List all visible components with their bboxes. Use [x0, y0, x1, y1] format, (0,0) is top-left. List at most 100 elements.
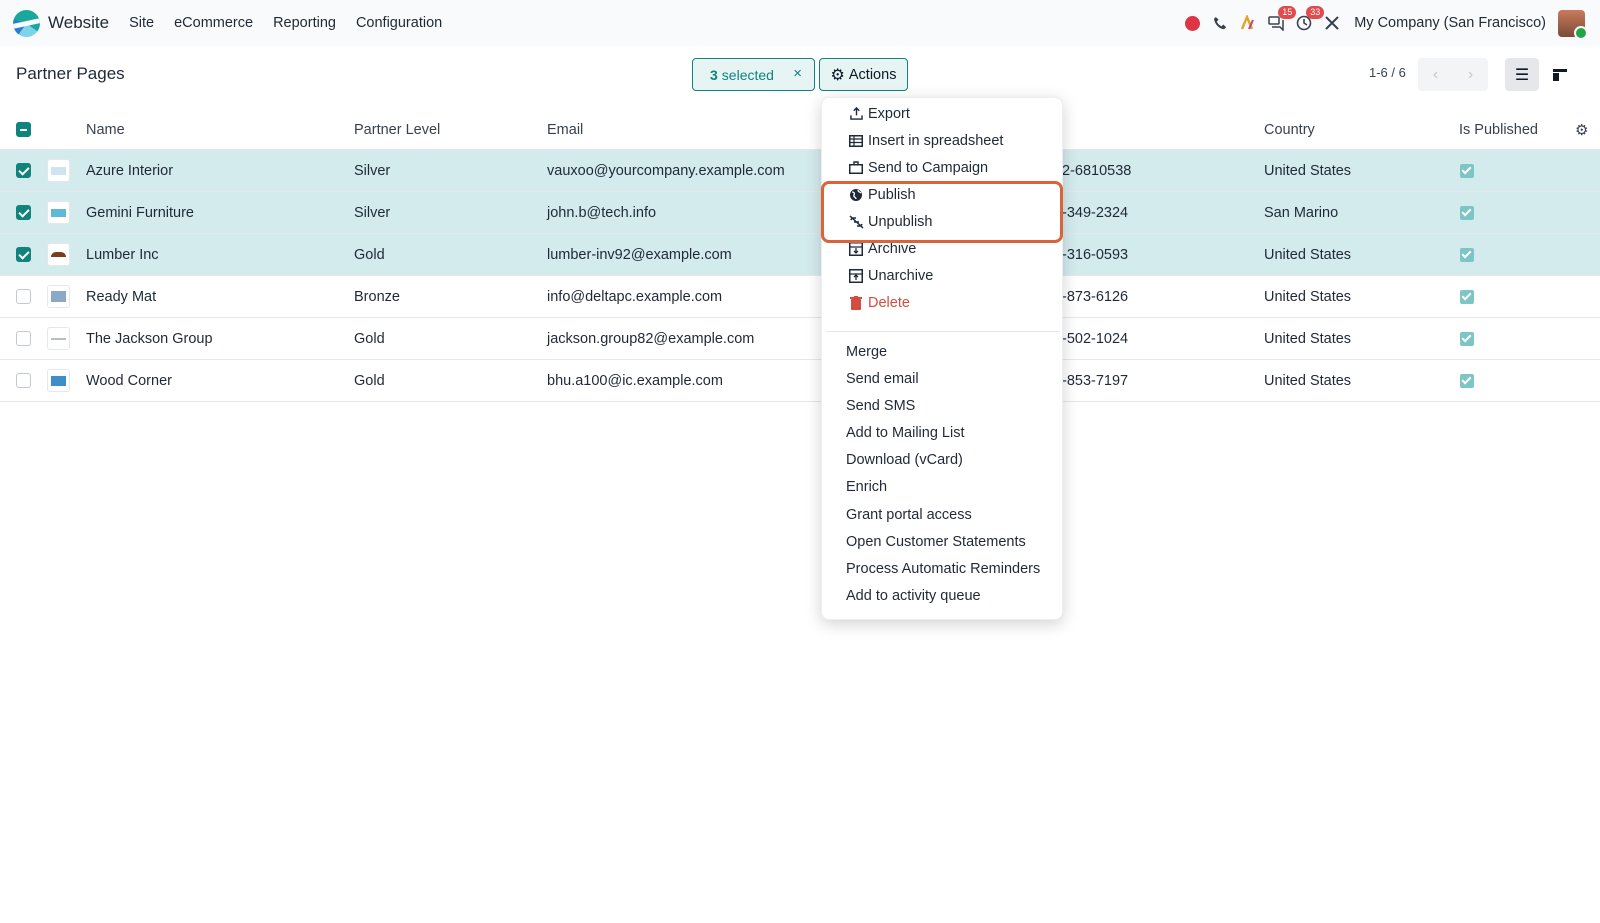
action-automatic-reminders[interactable]: Process Automatic Reminders	[822, 555, 1064, 582]
ai-icon[interactable]	[1234, 9, 1262, 37]
partner-email: vauxoo@yourcompany.example.com	[547, 162, 785, 179]
partner-phone: -316-0593	[1062, 246, 1129, 263]
published-checkbox	[1460, 373, 1474, 388]
partner-logo	[47, 243, 70, 266]
partner-country: San Marino	[1264, 204, 1339, 221]
clear-selection-icon[interactable]: ×	[793, 65, 802, 82]
published-checkbox	[1460, 289, 1474, 304]
published-checkbox	[1460, 331, 1474, 346]
view-switcher: ☰	[1505, 58, 1585, 91]
action-send-email[interactable]: Send email	[822, 365, 1064, 392]
app-name: Website	[48, 13, 110, 32]
row-checkbox[interactable]	[16, 205, 31, 220]
table-row[interactable]: Wood Corner Gold bhu.a100@ic.example.com…	[0, 360, 1600, 402]
row-checkbox[interactable]	[16, 163, 31, 178]
partner-country: United States	[1264, 162, 1352, 179]
partner-phone: -502-1024	[1062, 330, 1129, 347]
phone-icon[interactable]	[1206, 9, 1234, 37]
action-grant-portal[interactable]: Grant portal access	[822, 501, 1064, 528]
action-insert-spreadsheet[interactable]: Insert in spreadsheet	[822, 127, 1064, 154]
partner-name: Ready Mat	[86, 288, 157, 305]
partner-level: Silver	[354, 204, 391, 221]
partner-email: bhu.a100@ic.example.com	[547, 372, 723, 389]
menu-configuration[interactable]: Configuration	[356, 15, 442, 31]
partner-level: Gold	[354, 330, 385, 347]
selection-indicator: 3 selected ×	[692, 58, 815, 91]
partner-phone: -349-2324	[1062, 204, 1129, 221]
action-activity-queue[interactable]: Add to activity queue	[822, 582, 1064, 609]
row-checkbox[interactable]	[16, 247, 31, 262]
partner-phone: -873-6126	[1062, 288, 1129, 305]
partner-country: United States	[1264, 330, 1352, 347]
user-avatar[interactable]	[1558, 9, 1588, 40]
menu-ecommerce[interactable]: eCommerce	[174, 15, 253, 31]
table-header: Name Partner Level Email Country Is Publ…	[0, 110, 1600, 150]
gear-icon: ⚙	[830, 66, 845, 84]
list-view-icon[interactable]: ☰	[1505, 58, 1539, 91]
kanban-view-icon[interactable]	[1543, 58, 1577, 91]
partner-name: The Jackson Group	[86, 330, 213, 347]
tools-icon[interactable]	[1318, 9, 1346, 37]
upload-icon	[848, 106, 864, 122]
row-checkbox[interactable]	[16, 289, 31, 304]
chevron-left-icon[interactable]: ‹	[1418, 58, 1453, 91]
action-delete[interactable]: Delete	[822, 289, 1064, 316]
action-enrich[interactable]: Enrich	[822, 473, 1064, 500]
action-export[interactable]: Export	[822, 100, 1064, 127]
partner-logo	[47, 327, 70, 350]
partner-list: Name Partner Level Email Country Is Publ…	[0, 110, 1600, 402]
partner-logo	[47, 369, 70, 392]
top-navbar: Website Site eCommerce Reporting Configu…	[0, 0, 1600, 46]
row-checkbox[interactable]	[16, 331, 31, 346]
column-email[interactable]: Email	[547, 122, 583, 138]
partner-logo	[47, 285, 70, 308]
column-name[interactable]: Name	[86, 122, 125, 138]
company-switcher[interactable]: My Company (San Francisco)	[1354, 15, 1546, 31]
table-row[interactable]: The Jackson Group Gold jackson.group82@e…	[0, 318, 1600, 360]
action-send-campaign[interactable]: Send to Campaign	[822, 154, 1064, 181]
messages-icon[interactable]: 15	[1262, 6, 1297, 37]
partner-email: info@deltapc.example.com	[547, 288, 723, 305]
recording-icon[interactable]	[1178, 9, 1206, 37]
table-row[interactable]: Gemini Furniture Silver john.b@tech.info…	[0, 192, 1600, 234]
action-unarchive[interactable]: Unarchive	[822, 262, 1064, 289]
menu-site[interactable]: Site	[129, 15, 154, 31]
select-all-checkbox[interactable]	[16, 122, 31, 137]
table-icon	[848, 133, 864, 149]
page-title: Partner Pages	[16, 64, 125, 83]
briefcase-icon	[848, 160, 864, 176]
partner-phone: -853-7197	[1062, 372, 1129, 389]
partner-level: Silver	[354, 162, 391, 179]
action-send-sms[interactable]: Send SMS	[822, 392, 1064, 419]
table-row[interactable]: Azure Interior Silver vauxoo@yourcompany…	[0, 150, 1600, 192]
published-checkbox	[1460, 247, 1474, 262]
pager-value[interactable]: 1-6 / 6	[1369, 65, 1406, 80]
partner-email: lumber-inv92@example.com	[547, 246, 732, 263]
table-row[interactable]: Lumber Inc Gold lumber-inv92@example.com…	[0, 234, 1600, 276]
clock-icon[interactable]: 33	[1290, 6, 1325, 37]
partner-name: Azure Interior	[86, 162, 174, 179]
column-is-published[interactable]: Is Published	[1459, 122, 1538, 138]
selected-label: selected	[721, 66, 774, 83]
partner-name: Gemini Furniture	[86, 204, 194, 221]
published-checkbox	[1460, 163, 1474, 178]
partner-name: Wood Corner	[86, 372, 172, 389]
action-download-vcard[interactable]: Download (vCard)	[822, 446, 1064, 473]
column-partner-level[interactable]: Partner Level	[354, 122, 440, 138]
column-country[interactable]: Country	[1264, 122, 1315, 138]
chevron-right-icon[interactable]: ›	[1453, 58, 1488, 91]
app-brand[interactable]: Website	[13, 9, 110, 37]
action-add-mailing-list[interactable]: Add to Mailing List	[822, 419, 1064, 446]
actions-button[interactable]: ⚙ Actions	[819, 58, 908, 91]
menu-reporting[interactable]: Reporting	[273, 15, 336, 31]
row-checkbox[interactable]	[16, 373, 31, 388]
systray: 15 33 My Company (San Francisco)	[1178, 0, 1600, 46]
action-merge[interactable]: Merge	[822, 338, 1064, 365]
partner-phone: 2-6810538	[1062, 162, 1132, 179]
partner-level: Gold	[354, 372, 385, 389]
pager-nav: ‹ ›	[1418, 58, 1488, 91]
selected-count: 3	[710, 66, 718, 83]
table-row[interactable]: Ready Mat Bronze info@deltapc.example.co…	[0, 276, 1600, 318]
action-customer-statements[interactable]: Open Customer Statements	[822, 528, 1064, 555]
column-settings-icon[interactable]: ⚙	[1575, 121, 1588, 139]
